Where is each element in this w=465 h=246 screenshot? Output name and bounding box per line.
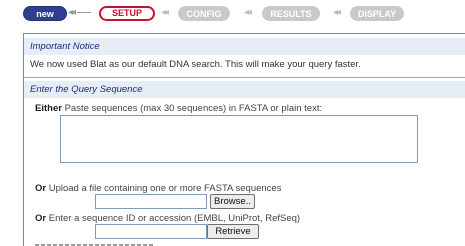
sequence-textarea[interactable] bbox=[60, 115, 418, 163]
step-arrow-icon: ◂◂ bbox=[244, 7, 252, 18]
notice-text: We now used Blat as our default DNA sear… bbox=[30, 59, 361, 70]
either-prefix: Either bbox=[35, 103, 62, 114]
step-config: CONFIG bbox=[178, 6, 230, 21]
arrow-glyph: ◂◂ bbox=[68, 7, 76, 18]
step-navigation: new ◂◂ SETUP ◂◂ CONFIG ◂◂ RESULTS ◂◂ DIS… bbox=[0, 0, 465, 28]
file-path-input[interactable] bbox=[95, 194, 207, 209]
page: new ◂◂ SETUP ◂◂ CONFIG ◂◂ RESULTS ◂◂ DIS… bbox=[0, 0, 465, 246]
notice-section-title: Important Notice bbox=[24, 38, 465, 55]
paste-sequence-label: Either Paste sequences (max 30 sequences… bbox=[35, 103, 322, 114]
step-arrow-icon: ◂◂ bbox=[161, 7, 169, 18]
step-results: RESULTS bbox=[262, 6, 320, 21]
sequence-id-label: Or Enter a sequence ID or accession (EMB… bbox=[35, 213, 300, 224]
sequence-id-text: Enter a sequence ID or accession (EMBL, … bbox=[48, 213, 301, 224]
step-arrow-icon: ◂◂ bbox=[333, 7, 341, 18]
step-arrow-icon: ◂◂ bbox=[68, 5, 92, 21]
retrieve-button[interactable]: Retrieve bbox=[207, 224, 259, 239]
or-prefix: Or bbox=[35, 183, 47, 194]
upload-file-text: Upload a file containing one or more FAS… bbox=[48, 183, 282, 194]
step-display: DISPLAY bbox=[350, 6, 404, 21]
or-prefix: Or bbox=[35, 213, 47, 224]
sequence-id-input[interactable] bbox=[95, 224, 207, 239]
arrow-line bbox=[77, 11, 92, 13]
paste-sequence-text: Paste sequences (max 30 sequences) in FA… bbox=[64, 103, 323, 114]
new-button[interactable]: new bbox=[23, 6, 67, 21]
browse-button[interactable]: Browse.. bbox=[210, 194, 255, 209]
upload-file-label: Or Upload a file containing one or more … bbox=[35, 183, 281, 194]
cut-off-row bbox=[35, 242, 175, 246]
content-panel: Important Notice We now used Blat as our… bbox=[23, 33, 465, 246]
section-divider bbox=[24, 77, 465, 78]
query-section-title: Enter the Query Sequence bbox=[24, 81, 465, 98]
step-setup[interactable]: SETUP bbox=[99, 6, 155, 21]
